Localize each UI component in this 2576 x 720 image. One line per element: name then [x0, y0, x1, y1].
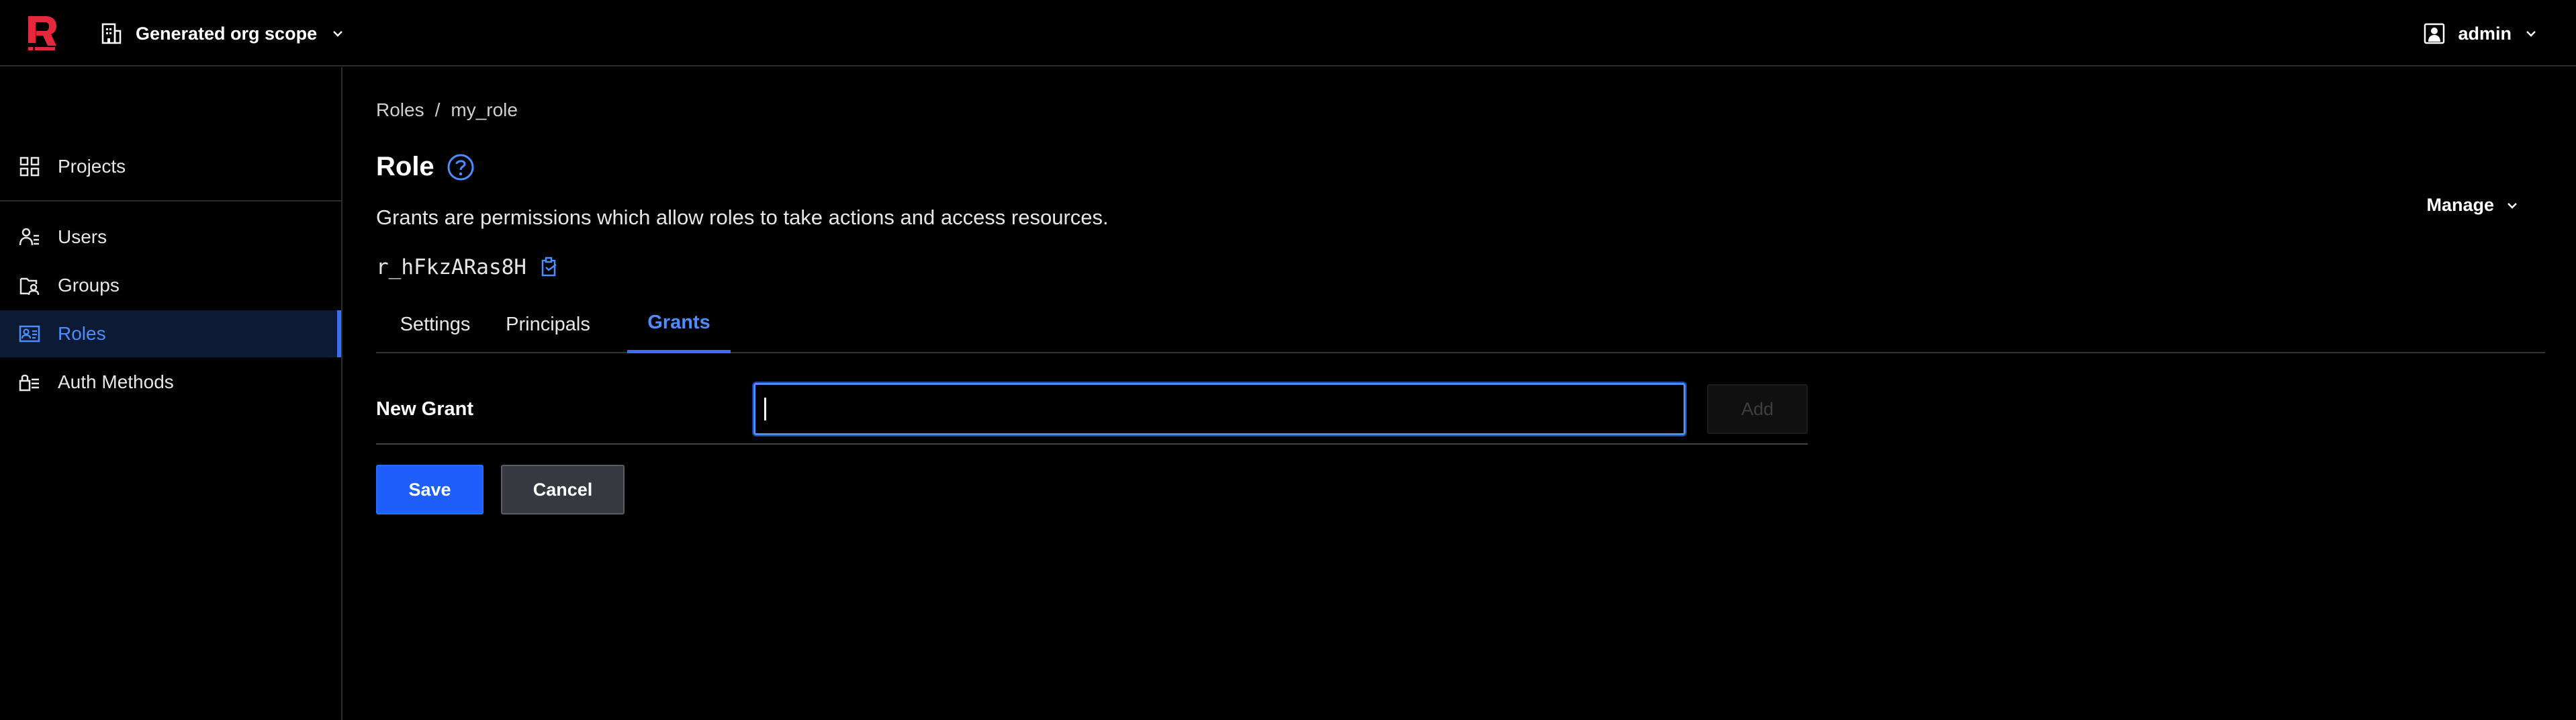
auth-methods-icon [19, 374, 39, 392]
add-grant-button[interactable]: Add [1707, 384, 1808, 434]
groups-icon [19, 277, 40, 296]
sidebar-divider [0, 200, 341, 201]
id-card-icon [19, 325, 40, 343]
top-bar: Generated org scope admin [0, 0, 2576, 66]
boundary-logo-icon[interactable] [26, 13, 60, 54]
resource-id: r_hFkzARas8H [376, 255, 526, 279]
new-grant-label: New Grant [376, 398, 474, 420]
sidebar-item-roles[interactable]: Roles [0, 310, 341, 357]
sidebar-item-label: Users [58, 226, 107, 247]
new-grant-input[interactable] [753, 383, 1686, 435]
resource-id-row: r_hFkzARas8H [376, 255, 560, 279]
tab-settings[interactable]: Settings [376, 296, 494, 353]
breadcrumb-current: my_role [451, 99, 518, 120]
user-name: admin [2458, 23, 2512, 44]
page-title: Role [376, 152, 434, 181]
sidebar-item-label: Auth Methods [58, 371, 174, 392]
sidebar-item-users[interactable]: Users [0, 214, 341, 261]
sidebar: Projects Users Groups Roles Auth Methods [0, 67, 342, 720]
title-row: Role [376, 152, 475, 182]
breadcrumb-separator: / [434, 99, 441, 120]
chevron-down-icon [2508, 202, 2517, 209]
sidebar-item-label: Roles [58, 323, 106, 344]
sidebar-item-label: Groups [58, 275, 120, 296]
page-description: Grants are permissions which allow roles… [376, 206, 1109, 229]
chevron-down-icon [2526, 31, 2536, 37]
new-grant-row: New Grant Add [376, 380, 1808, 445]
tab-grants[interactable]: Grants [627, 296, 731, 353]
help-icon[interactable] [447, 153, 475, 181]
cancel-button[interactable]: Cancel [501, 465, 625, 514]
grid-icon [19, 156, 40, 177]
manage-label: Manage [2426, 195, 2494, 215]
user-menu[interactable]: admin [2423, 20, 2538, 47]
building-icon [101, 23, 122, 44]
text-cursor [764, 398, 766, 420]
sidebar-item-label: Projects [58, 156, 126, 177]
copy-icon[interactable] [540, 257, 560, 278]
sidebar-item-groups[interactable]: Groups [0, 262, 341, 309]
chevron-down-icon [333, 31, 342, 37]
tab-principals[interactable]: Principals [494, 296, 602, 353]
save-button[interactable]: Save [376, 465, 484, 514]
tab-bar: Settings Principals Grants [376, 296, 2545, 353]
sidebar-item-projects[interactable]: Projects [0, 143, 341, 190]
scope-switcher[interactable]: Generated org scope [101, 20, 345, 47]
user-avatar-icon [2424, 23, 2445, 44]
users-icon [19, 228, 39, 246]
manage-dropdown[interactable]: Manage [2426, 195, 2520, 216]
scope-label: Generated org scope [136, 23, 318, 44]
sidebar-item-auth-methods[interactable]: Auth Methods [0, 359, 341, 406]
breadcrumb: Roles / my_role [376, 99, 518, 121]
breadcrumb-roles-link[interactable]: Roles [376, 99, 424, 121]
